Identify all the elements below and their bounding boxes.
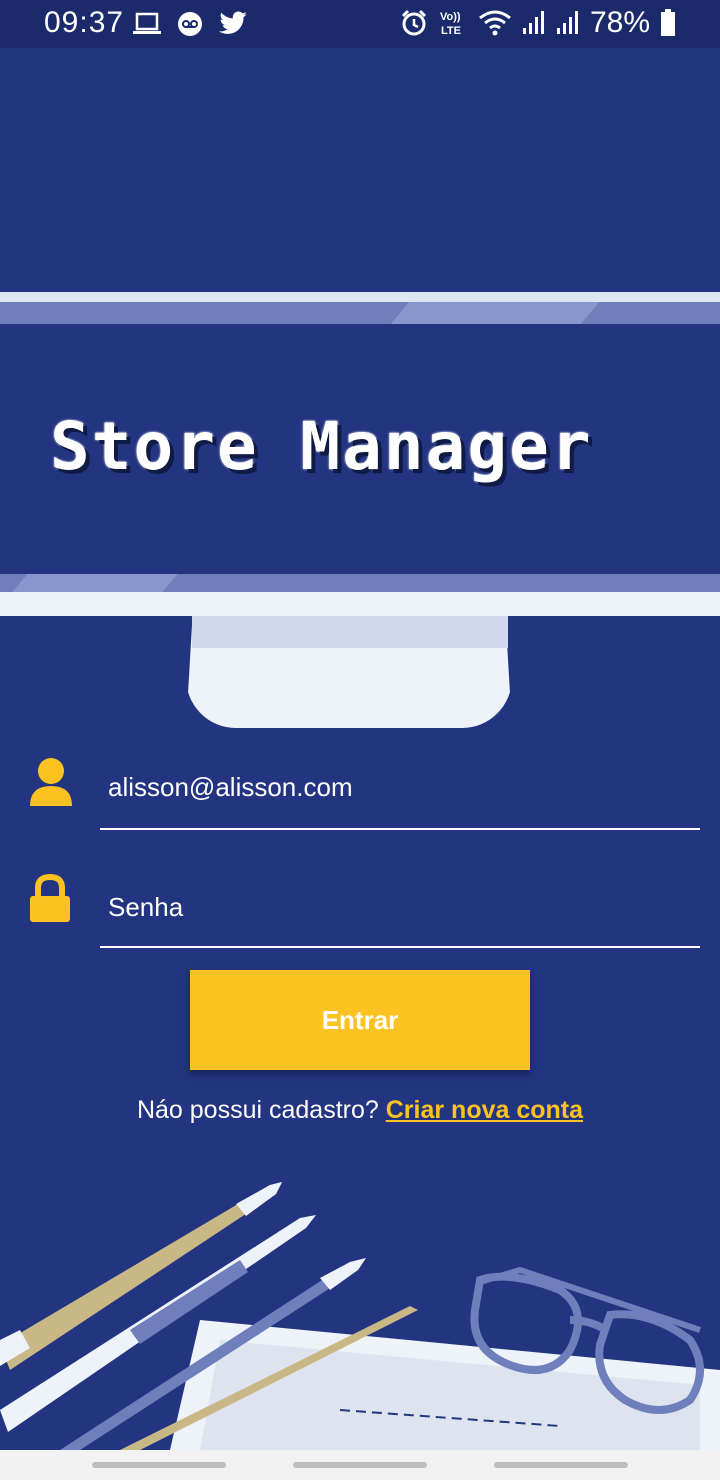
twitter-icon (219, 11, 247, 34)
email-underline (100, 828, 700, 830)
nav-recents-button[interactable] (92, 1462, 226, 1468)
battery-percent: 78% (589, 6, 650, 39)
signal-icon (522, 11, 544, 34)
monitor-stand-shadow (192, 616, 508, 648)
battery-icon (661, 9, 675, 36)
signal-icon (556, 11, 578, 34)
status-time: 09:37 (44, 6, 125, 39)
laptop-icon (133, 12, 161, 34)
nav-back-button[interactable] (494, 1462, 628, 1468)
status-right-icons: Vo)) LTE 78% (400, 6, 676, 40)
monitor-reflection (390, 302, 600, 324)
lock-icon (30, 874, 70, 922)
wifi-icon (479, 10, 511, 36)
password-field[interactable] (108, 892, 688, 923)
monitor-top-band (0, 302, 720, 324)
app-title: Store Manager (50, 408, 593, 485)
monitor-bottom-edge (0, 592, 720, 616)
status-left-icons (132, 10, 248, 38)
volte-icon: Vo)) LTE (440, 11, 461, 37)
user-icon (30, 758, 72, 806)
monitor-reflection (12, 574, 178, 592)
svg-text:Vo)): Vo)) (440, 11, 461, 23)
create-account-link[interactable]: Criar nova conta (386, 1096, 583, 1124)
register-prompt: Náo possui cadastro? (136, 1096, 379, 1124)
monitor-top-edge (0, 292, 720, 302)
desk-illustration (0, 1182, 720, 1450)
alarm-icon (401, 9, 427, 36)
password-underline (100, 946, 700, 948)
register-prompt-row: Náo possui cadastro? Criar nova conta (0, 1096, 720, 1125)
login-button[interactable]: Entrar (190, 970, 530, 1070)
nav-home-button[interactable] (293, 1462, 427, 1468)
email-field[interactable] (108, 772, 688, 803)
status-bar: 09:37 Vo)) LTE 78% (0, 0, 720, 48)
svg-text:LTE: LTE (441, 25, 461, 37)
navigation-bar (0, 1450, 720, 1480)
voicemail-icon (178, 12, 202, 36)
